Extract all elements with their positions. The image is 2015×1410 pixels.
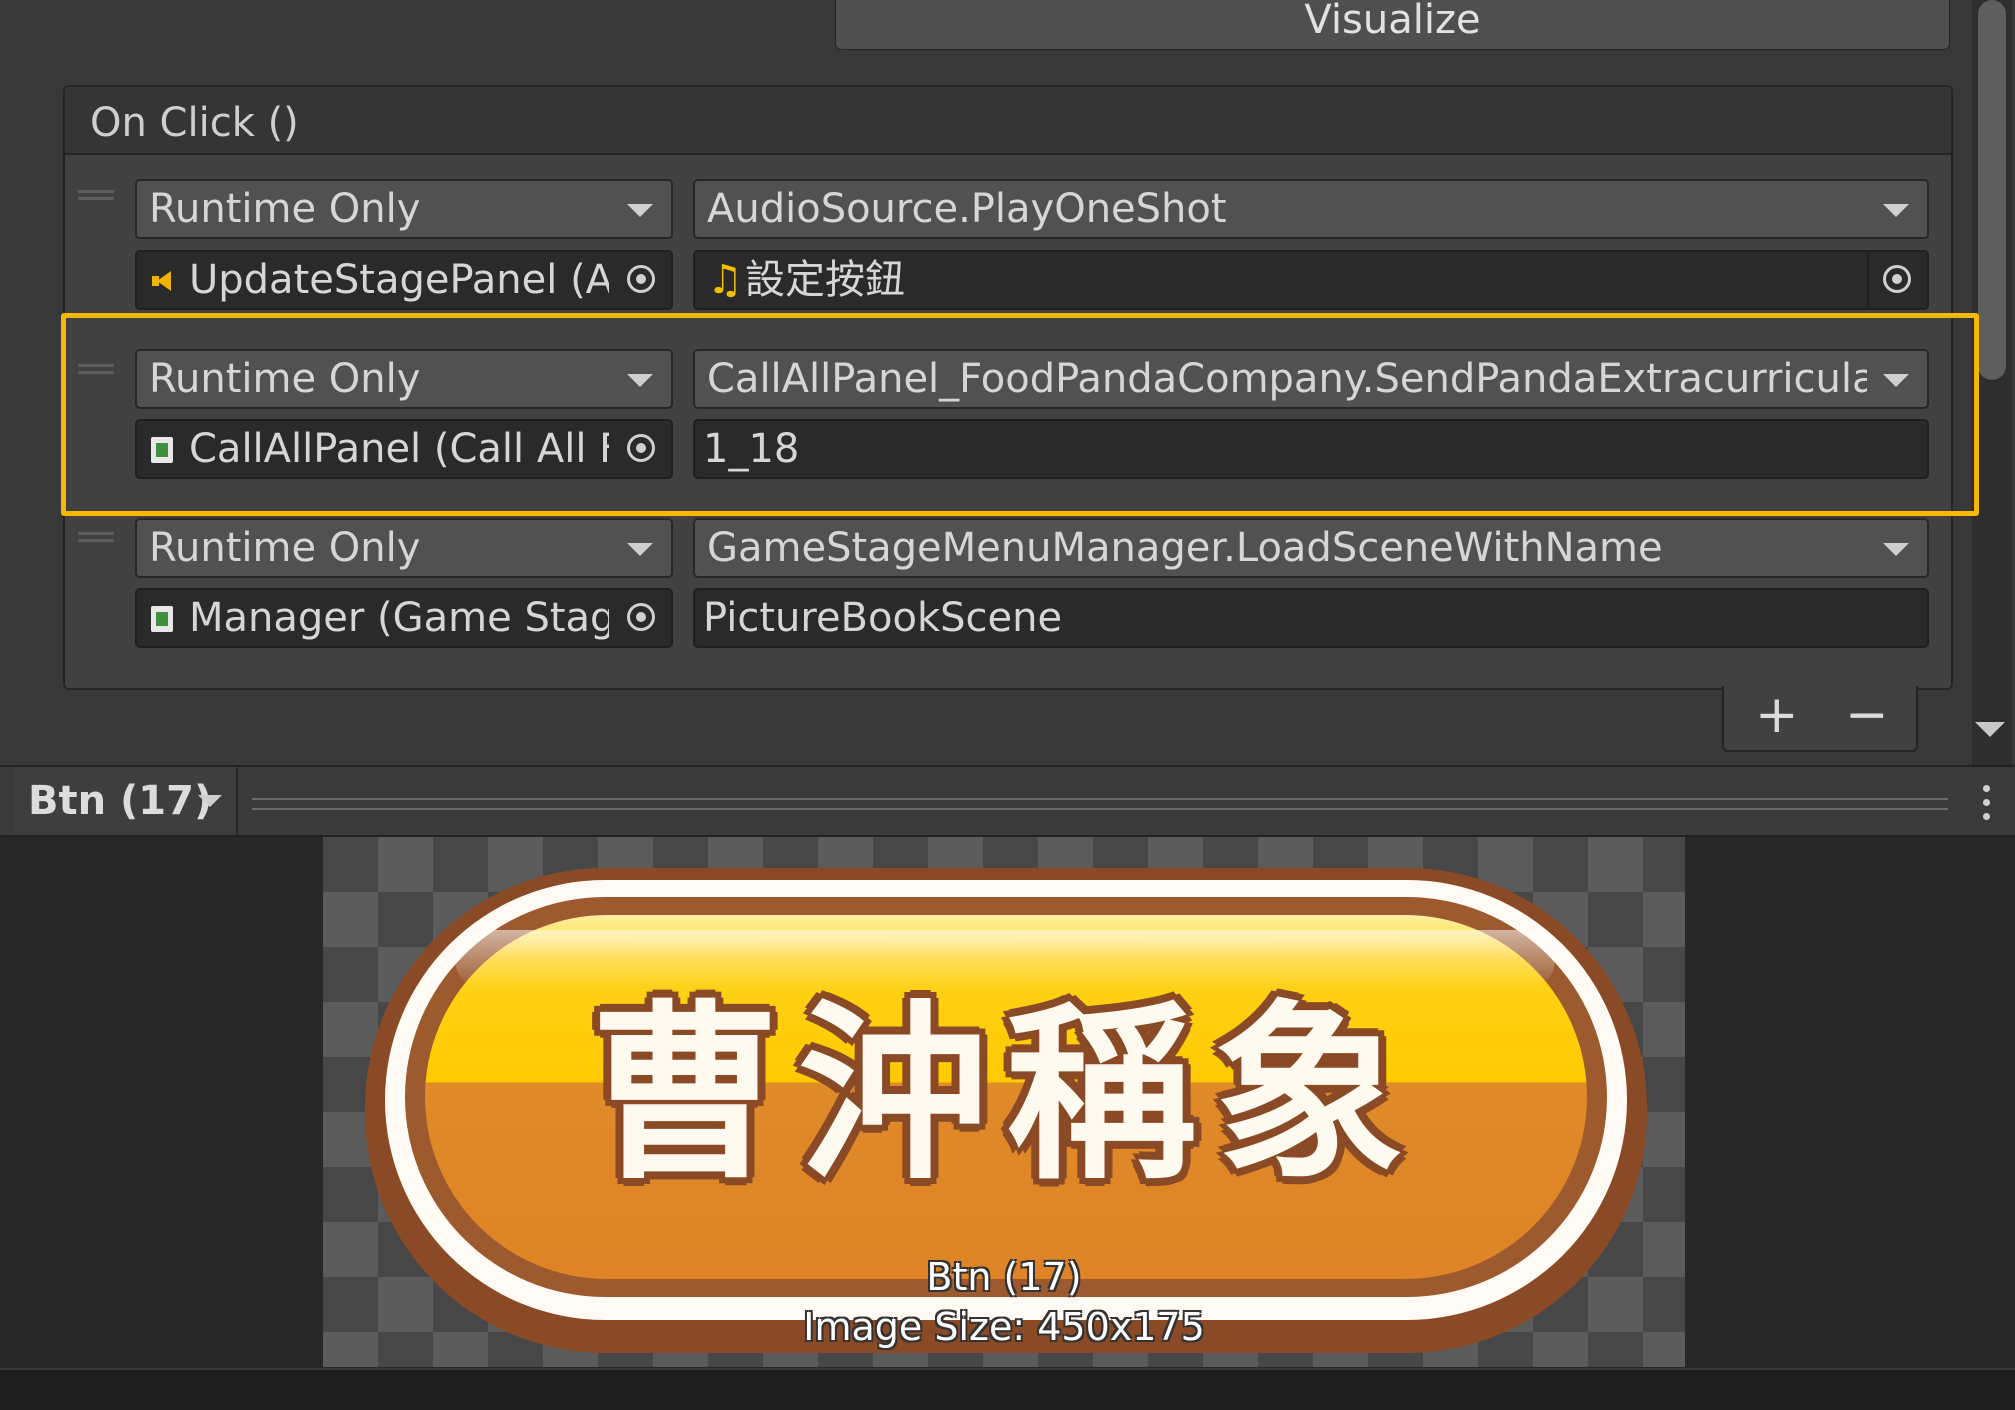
chevron-down-icon [1883, 543, 1909, 556]
highlight-box [61, 313, 1979, 516]
chevron-down-icon [1883, 204, 1909, 217]
argument-label: 設定按鈕 [745, 257, 905, 303]
toolbar-divider [252, 798, 1948, 810]
chevron-down-icon [627, 543, 653, 556]
target-object-field[interactable]: UpdateStagePanel (A [135, 250, 673, 310]
call-state-label: Runtime Only [149, 525, 421, 571]
drag-handle-icon[interactable] [78, 190, 114, 200]
call-state-dropdown[interactable]: Runtime Only [135, 179, 673, 239]
function-dropdown[interactable]: GameStageMenuManager.LoadSceneWithName [693, 518, 1929, 578]
target-object-label: UpdateStagePanel (A [189, 257, 609, 303]
call-state-dropdown[interactable]: Runtime Only [135, 518, 673, 578]
scrollbar-thumb[interactable] [1978, 0, 2006, 380]
on-click-title: On Click () [90, 100, 299, 146]
more-options-icon[interactable] [1975, 783, 1999, 823]
function-label: AudioSource.PlayOneShot [707, 186, 1227, 232]
visualize-button[interactable]: Visualize [835, 0, 1950, 50]
on-click-header [65, 87, 1951, 155]
remove-entry-button[interactable]: − [1845, 689, 1889, 741]
function-label: GameStageMenuManager.LoadSceneWithName [707, 525, 1663, 571]
object-picker-icon [627, 265, 655, 293]
string-argument-input[interactable]: PictureBookScene [693, 588, 1929, 648]
chevron-down-icon [627, 204, 653, 217]
scroll-down-arrow-icon[interactable] [1975, 722, 2005, 737]
call-state-label: Runtime Only [149, 186, 421, 232]
chevron-down-icon[interactable] [198, 795, 222, 807]
object-picker-icon [627, 603, 655, 631]
target-object-label: Manager (Game Stage [189, 595, 609, 641]
button-sprite-label: 曹沖稱象 [589, 984, 1422, 1205]
drag-handle-icon[interactable] [78, 532, 114, 542]
list-footer [1722, 686, 1918, 752]
add-entry-button[interactable]: + [1755, 689, 1799, 741]
audio-source-icon [149, 268, 175, 294]
argument-object-field[interactable]: ♫設定按鈕 [693, 250, 1929, 310]
object-picker-button[interactable] [613, 252, 671, 308]
target-object-field[interactable]: Manager (Game Stage [135, 588, 673, 648]
object-picker-icon [1883, 265, 1911, 293]
image-name-label: Btn (17) [926, 1255, 1082, 1299]
object-picker-button[interactable] [1867, 252, 1927, 308]
preview-bottom-bar [0, 1368, 2015, 1410]
object-picker-button[interactable] [613, 590, 671, 646]
image-size-label: Image Size: 450x175 [803, 1305, 1205, 1349]
script-icon [151, 606, 173, 632]
audio-clip-icon: ♫ [707, 257, 743, 303]
function-dropdown[interactable]: AudioSource.PlayOneShot [693, 179, 1929, 239]
